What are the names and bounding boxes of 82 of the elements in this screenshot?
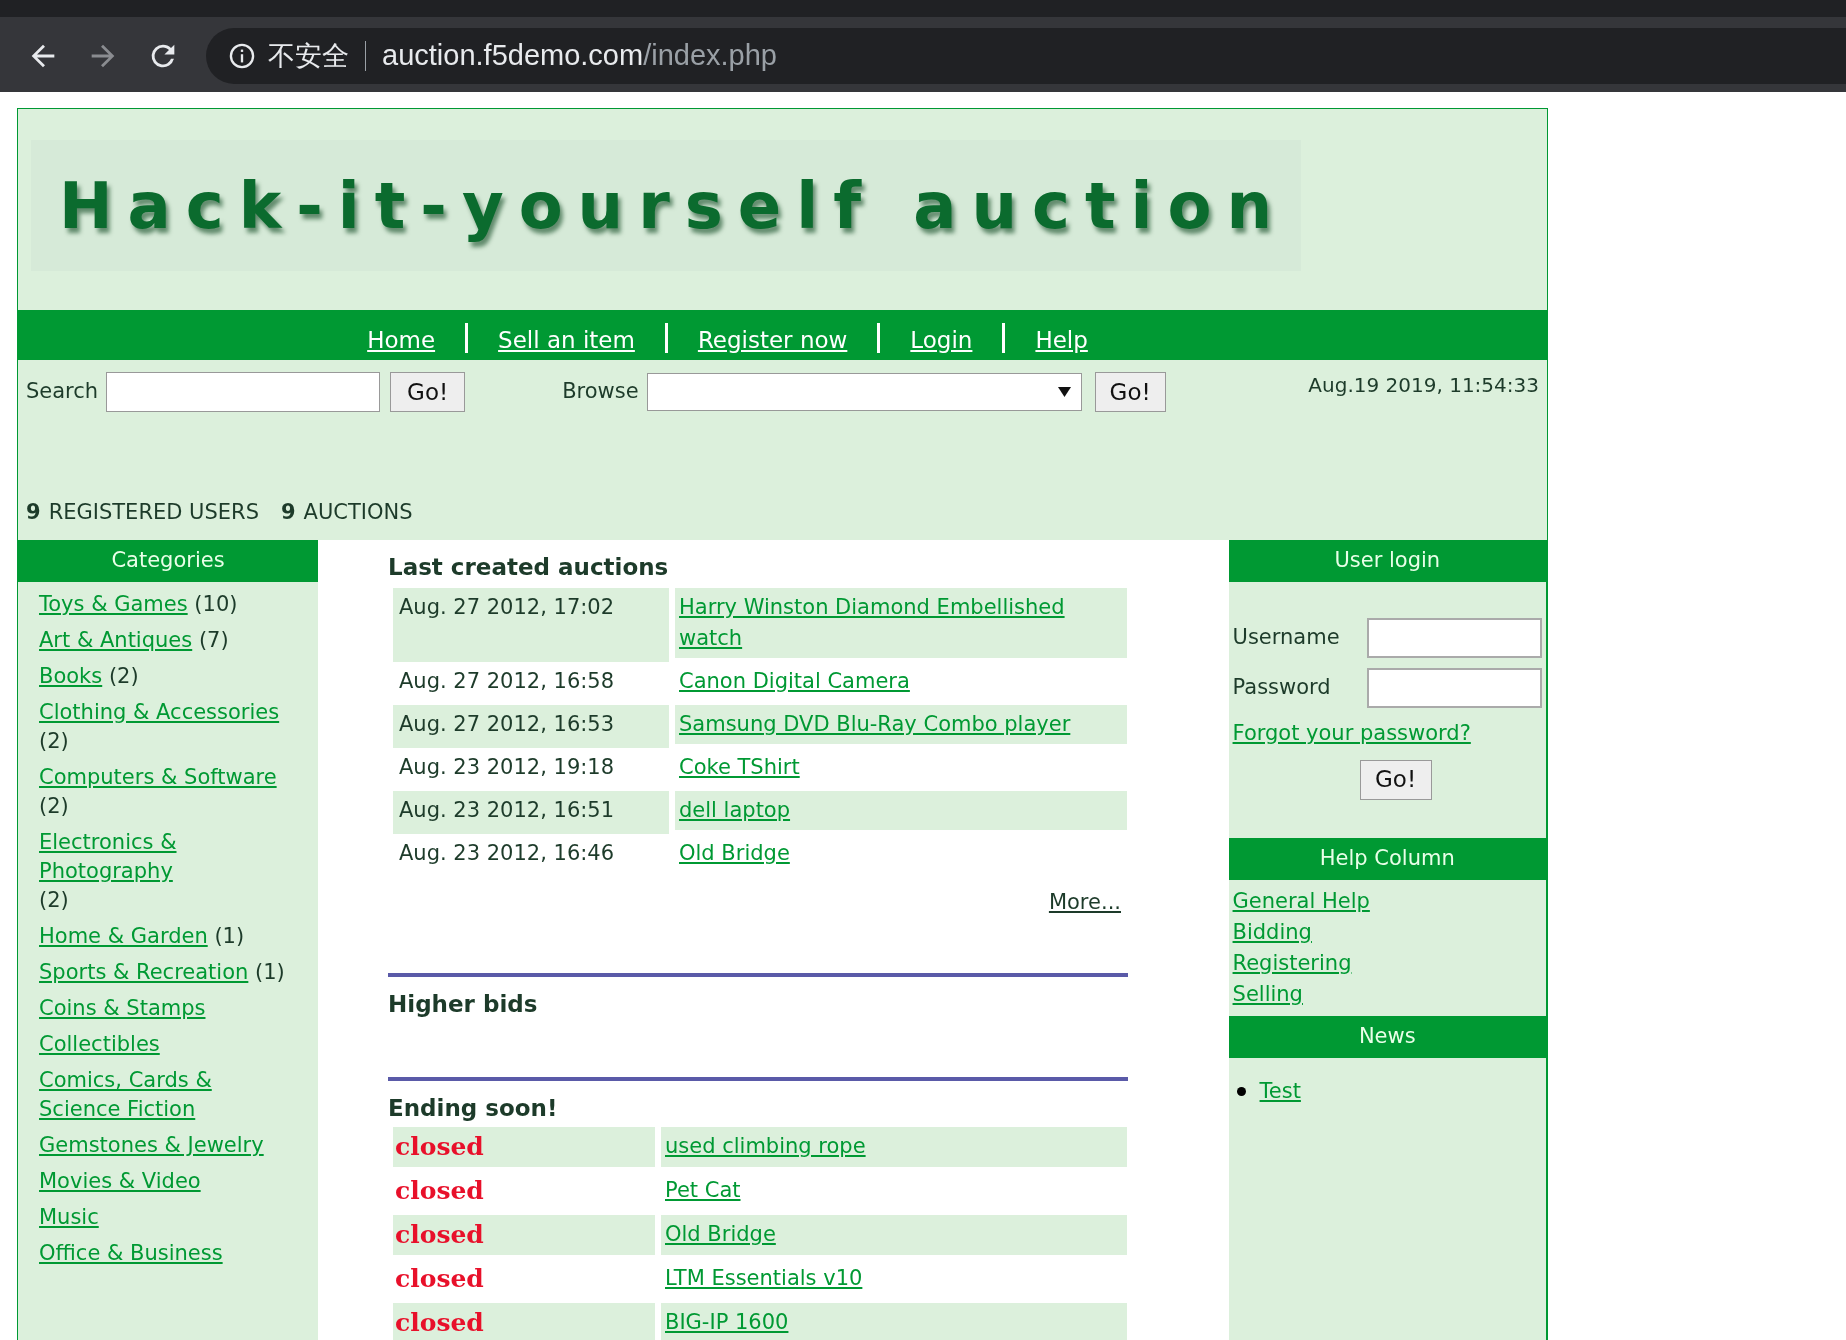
category-link[interactable]: Toys & Games [39,590,188,619]
news-header: News [1228,1015,1546,1058]
auction-date: Aug. 27 2012, 17:02 [393,587,669,662]
dropdown-arrow-icon [1057,387,1071,397]
category-link[interactable]: Sports & Recreation [39,958,249,987]
stat-label: AUCTIONS [303,498,413,526]
site-logo: Hack-it-yourself auction [31,140,1301,271]
section-title: Last created auctions [388,553,670,582]
auction-link[interactable]: Old Bridge [679,837,1123,869]
help-topic-link[interactable]: Bidding [1232,916,1312,948]
auction-link[interactable]: Canon Digital Camera [679,665,1123,697]
auction-date: Aug. 27 2012, 16:58 [398,667,616,695]
category-count: (1) [213,924,245,948]
category-count: (10) [193,592,238,616]
category-link[interactable]: Movies & Video [39,1167,201,1196]
auction-date: Aug. 23 2012, 16:46 [398,839,616,867]
news-link[interactable]: Test [1259,1075,1301,1107]
browse-button[interactable]: Go! [1094,372,1166,412]
security-label: 不安全 [268,39,349,73]
category-link[interactable]: Comics, Cards & Science Fiction [39,1066,290,1124]
category-link[interactable]: Electronics & Photography [39,828,290,886]
category-count: (1) [254,960,285,984]
stat-label: REGISTERED USERS [48,498,259,526]
category-link[interactable]: Books [39,662,103,691]
auction-date: Aug. 27 2012, 16:53 [393,704,669,748]
username-label: Username [1232,624,1340,652]
category-count: (2) [39,888,69,912]
category-count: (2) [107,664,139,688]
category-count: (2) [39,729,69,753]
user-login-header: User login [1228,540,1546,582]
category-link[interactable]: Music [39,1203,99,1232]
nav-link[interactable]: Register now [697,322,848,357]
category-link[interactable]: Office & Business [39,1239,223,1268]
search-button[interactable]: Go! [390,372,466,412]
help-column-header: Help Column [1228,837,1546,880]
category-count: (2) [39,794,69,818]
nav-link[interactable]: Sell an item [498,322,635,357]
auction-date: Aug. 23 2012, 16:51 [393,790,669,834]
categories-header: Categories [18,540,318,582]
auction-status: closed [395,1131,484,1164]
stat-count: 9 [26,498,41,526]
auction-link[interactable]: Pet Cat [665,1175,741,1207]
category-link[interactable]: Art & Antiques [39,626,193,655]
search-label: Search [26,378,99,406]
forgot-password-link[interactable]: Forgot your password? [1232,718,1542,750]
category-link[interactable]: Coins & Stamps [39,994,206,1023]
username-field[interactable] [1367,618,1542,658]
browse-dropdown[interactable] [646,373,1082,411]
login-button[interactable]: Go! [1359,759,1432,800]
category-count: (7) [197,628,229,652]
category-link[interactable]: Computers & Software [39,763,277,792]
auction-status: closed [395,1307,484,1340]
auction-status: closed [395,1175,484,1208]
category-link[interactable]: Clothing & Accessories [39,698,280,727]
search-field[interactable] [106,372,381,412]
auction-link[interactable]: LTM Essentials v10 [665,1263,863,1295]
date-time: Aug.19 2019, 11:54:33 [1308,372,1539,399]
auction-date: Aug. 23 2012, 19:18 [398,753,616,781]
help-topic-link[interactable]: General Help [1232,885,1370,917]
auction-link[interactable]: Coke TShirt [679,751,1123,783]
section-title: Ending soon! [388,1093,559,1123]
category-link[interactable]: Home & Garden [39,922,208,951]
nav-link[interactable]: Login [910,322,973,357]
auction-link[interactable]: Old Bridge [665,1219,776,1251]
help-topic-link[interactable]: Registering [1232,947,1352,979]
url-text: auction.f5demo.com/index.php [382,38,777,74]
help-topic-link[interactable]: Selling [1232,978,1303,1010]
nav-link[interactable]: Help [1035,322,1088,357]
stat-count: 9 [281,498,296,526]
password-label: Password [1232,674,1331,702]
info-icon [228,42,256,70]
nav-link[interactable]: Home [367,322,436,357]
auction-status: closed [395,1219,484,1252]
section-title: Higher bids [388,990,539,1019]
password-field[interactable] [1367,668,1542,708]
category-link[interactable]: Gemstones & Jewelry [39,1131,264,1160]
address-bar[interactable]: 不安全 auction.f5demo.com/index.php [206,28,1846,84]
bullet-icon [1236,1086,1246,1096]
auction-status: closed [395,1263,484,1296]
browse-label: Browse [562,378,639,406]
more-link[interactable]: More... [1048,886,1121,918]
category-link[interactable]: Collectibles [39,1030,160,1059]
